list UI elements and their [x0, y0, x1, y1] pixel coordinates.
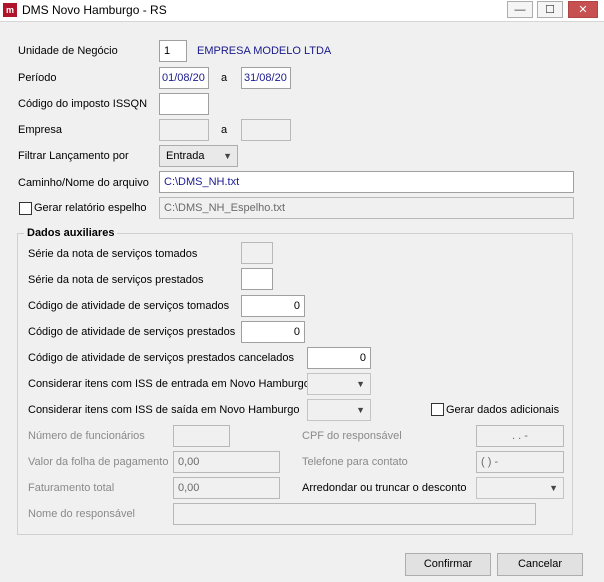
filtrar-select[interactable]: Entrada ▼ [159, 145, 238, 167]
num-funcionarios-label: Número de funcionários [28, 430, 145, 442]
filtrar-label: Filtrar Lançamento por [18, 150, 129, 162]
empresa-separator: a [221, 124, 228, 136]
ativ-prestados-input[interactable]: 0 [241, 321, 305, 343]
chevron-down-icon: ▼ [356, 405, 365, 415]
telefone-input[interactable]: ( ) - [476, 451, 564, 473]
empresa-label: Empresa [18, 124, 63, 136]
chevron-down-icon: ▼ [223, 151, 232, 161]
periodo-label: Período [18, 72, 57, 84]
empresa-fim-input[interactable] [241, 119, 291, 141]
issqn-label: Código do imposto ISSQN [18, 98, 148, 110]
ativ-cancelados-input[interactable]: 0 [307, 347, 371, 369]
close-button[interactable]: ✕ [568, 1, 598, 18]
unidade-name: EMPRESA MODELO LTDA [197, 45, 332, 57]
espelho-input[interactable]: C:\DMS_NH_Espelho.txt [159, 197, 574, 219]
serie-tomados-label: Série da nota de serviços tomados [28, 248, 198, 260]
serie-tomados-input[interactable] [241, 242, 273, 264]
chevron-down-icon: ▼ [549, 483, 558, 493]
chevron-down-icon: ▼ [356, 379, 365, 389]
caminho-label: Caminho/Nome do arquivo [18, 177, 149, 189]
telefone-label: Telefone para contato [302, 456, 408, 468]
arredondar-select[interactable]: ▼ [476, 477, 564, 499]
empresa-inicio-input[interactable] [159, 119, 209, 141]
dados-auxiliares-title: Dados auxiliares [24, 227, 118, 239]
caminho-input[interactable]: C:\DMS_NH.txt [159, 171, 574, 193]
folha-input[interactable]: 0,00 [173, 451, 280, 473]
iss-entrada-select[interactable]: ▼ [307, 373, 371, 395]
serie-prestados-label: Série da nota de serviços prestados [28, 274, 204, 286]
nome-responsavel-label: Nome do responsável [28, 508, 136, 520]
minimize-button[interactable]: — [507, 1, 533, 18]
cancelar-button[interactable]: Cancelar [497, 553, 583, 576]
ativ-tomados-input[interactable]: 0 [241, 295, 305, 317]
faturamento-label: Faturamento total [28, 482, 115, 494]
cpf-input[interactable]: . . - [476, 425, 564, 447]
folha-label: Valor da folha de pagamento [28, 456, 169, 468]
periodo-fim-input[interactable]: 31/08/20 [241, 67, 291, 89]
unidade-input[interactable]: 1 [159, 40, 187, 62]
iss-saida-select[interactable]: ▼ [307, 399, 371, 421]
arredondar-label: Arredondar ou truncar o desconto [302, 482, 467, 494]
filtrar-select-value: Entrada [166, 150, 205, 162]
gerar-adicionais-label: Gerar dados adicionais [446, 404, 560, 416]
ativ-prestados-label: Código de atividade de serviços prestado… [28, 326, 236, 338]
periodo-separator: a [221, 72, 228, 84]
serie-prestados-input[interactable] [241, 268, 273, 290]
periodo-inicio-input[interactable]: 01/08/20 [159, 67, 209, 89]
gerar-adicionais-checkbox[interactable] [431, 403, 444, 416]
unidade-label: Unidade de Negócio [18, 45, 118, 57]
ativ-cancelados-label: Código de atividade de serviços prestado… [28, 352, 294, 364]
cpf-label: CPF do responsável [302, 430, 402, 442]
iss-saida-label: Considerar itens com ISS de saída em Nov… [28, 404, 300, 416]
espelho-checkbox[interactable] [19, 202, 32, 215]
num-funcionarios-input[interactable] [173, 425, 230, 447]
window-title: DMS Novo Hamburgo - RS [22, 3, 167, 17]
espelho-label: Gerar relatório espelho [34, 202, 147, 214]
ativ-tomados-label: Código de atividade de serviços tomados [28, 300, 230, 312]
faturamento-input[interactable]: 0,00 [173, 477, 280, 499]
issqn-input[interactable] [159, 93, 209, 115]
nome-responsavel-input[interactable] [173, 503, 536, 525]
maximize-button[interactable]: ☐ [537, 1, 563, 18]
app-logo-icon: m [3, 3, 17, 17]
confirmar-button[interactable]: Confirmar [405, 553, 491, 576]
iss-entrada-label: Considerar itens com ISS de entrada em N… [28, 378, 310, 390]
